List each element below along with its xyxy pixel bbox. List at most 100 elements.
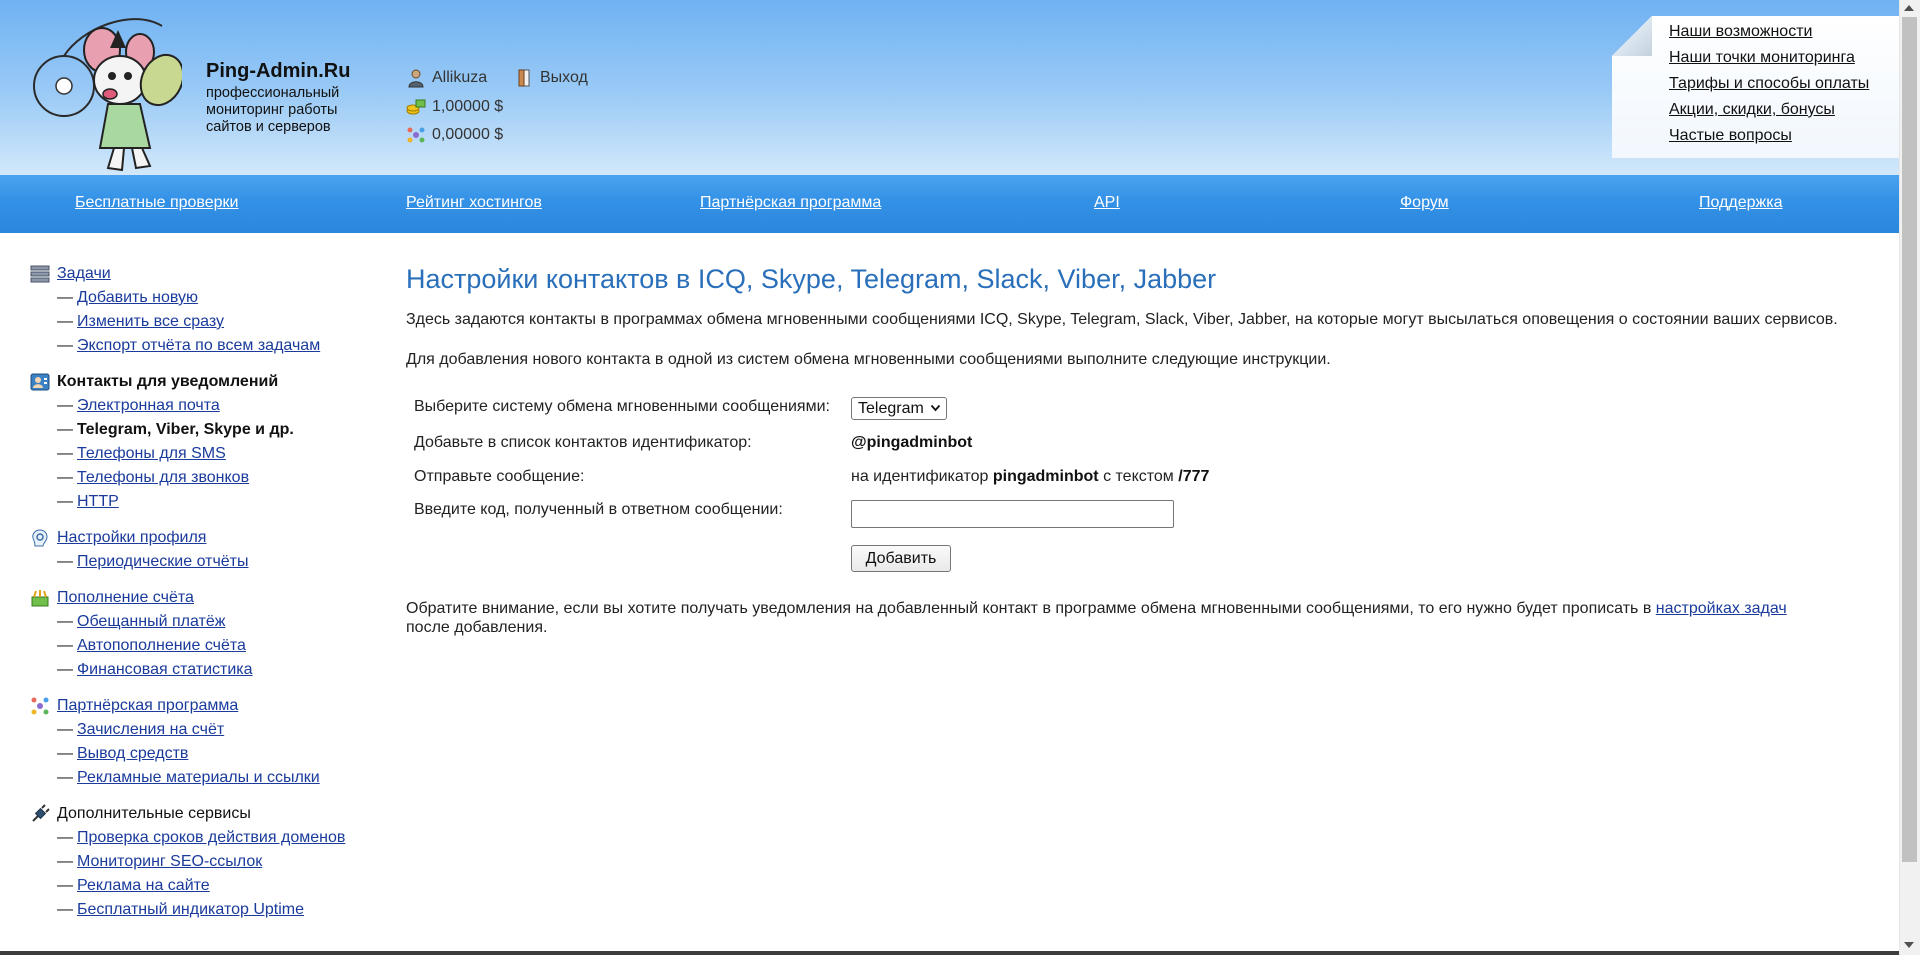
sidebar-item-edit-all[interactable]: Изменить все сразу — [77, 313, 224, 330]
sidebar-item: — Реклама на сайте — [57, 877, 210, 894]
nav-hosting-rating[interactable]: Рейтинг хостингов — [406, 194, 542, 212]
notice-before: Обратите внимание, если вы хотите получа… — [406, 600, 1652, 617]
sidebar-item: — Вывод средств — [57, 745, 189, 762]
promotions-link[interactable]: Акции, скидки, бонусы — [1669, 101, 1835, 118]
sidebar-item-periodic-reports[interactable]: Периодические отчёты — [77, 553, 249, 570]
sidebar-tasks-link[interactable]: Задачи — [57, 265, 111, 283]
scroll-down-arrow-icon[interactable] — [1903, 940, 1915, 950]
sidebar-head: Настройки профиля — [30, 526, 380, 550]
sidebar-item-export-report[interactable]: Экспорт отчёта по всем задачам — [77, 337, 320, 354]
sidebar-item-call-phones[interactable]: Телефоны для звонков — [77, 469, 249, 486]
scroll-up-arrow-icon[interactable] — [1903, 3, 1915, 13]
brand-name: Ping-Admin.Ru — [206, 60, 351, 82]
sidebar-partner-link[interactable]: Партнёрская программа — [57, 697, 238, 715]
instructions-text: Для добавления нового контакта в одной и… — [406, 351, 1331, 368]
site-header: Ping-Admin.Ru профессиональный мониторин… — [0, 0, 1899, 175]
sidebar-topup-link[interactable]: Пополнение счёта — [57, 589, 194, 607]
sidebar-sublist: — Проверка сроков действия доменов — Монит… — [30, 826, 380, 922]
sidebar-head: Пополнение счёта — [30, 586, 380, 610]
sidebar-item-http[interactable]: HTTP — [77, 493, 119, 510]
sidebar-item-domain-expiry[interactable]: Проверка сроков действия доменов — [77, 829, 345, 846]
sidebar-item-finance-stats[interactable]: Финансовая статистика — [77, 661, 253, 678]
logout-label[interactable]: Выход — [540, 69, 588, 87]
sidebar-item: — Изменить все сразу — [57, 313, 225, 330]
sidebar-sublist: — Добавить новую — Изменить все сразу — Экс… — [30, 286, 380, 358]
send-target: pingadminbot — [992, 468, 1099, 485]
server-icon — [30, 265, 50, 283]
sidebar-item: — Проверка сроков действия доменов — [57, 829, 346, 846]
monitoring-points-link[interactable]: Наши точки мониторинга — [1669, 49, 1855, 66]
messenger-selected-value: Telegram — [858, 400, 924, 417]
sidebar-item-email[interactable]: Электронная почта — [77, 397, 220, 414]
sidebar-group-contacts: Контакты для уведомлений — Электронная по… — [30, 370, 380, 514]
add-button[interactable]: Добавить — [851, 545, 951, 572]
contacts-icon — [30, 373, 50, 391]
bot-identifier: @pingadminbot — [851, 434, 973, 451]
faq-link[interactable]: Частые вопросы — [1669, 127, 1792, 144]
sidebar-item-seo-links[interactable]: Мониторинг SEO-ссылок — [77, 853, 262, 870]
nav-support[interactable]: Поддержка — [1699, 194, 1782, 212]
logout-link[interactable]: Выход — [514, 68, 588, 88]
sidebar-group-profile: Настройки профиля — Периодические отчёты — [30, 526, 380, 574]
note-link-item: Наши возможности — [1669, 22, 1869, 48]
sidebar-extra-title: Дополнительные сервисы — [57, 805, 251, 822]
code-input[interactable] — [851, 500, 1174, 528]
sidebar: Задачи — Добавить новую — Изменить все сра… — [30, 262, 380, 934]
sidebar-item: — Телефоны для звонков — [57, 469, 250, 486]
sidebar-item: — Рекламные материалы и ссылки — [57, 769, 320, 786]
sidebar-item: — Telegram, Viber, Skype и др. — [57, 421, 294, 438]
nav-free-checks[interactable]: Бесплатные проверки — [75, 194, 238, 212]
nav-partner-program[interactable]: Партнёрская программа — [700, 194, 881, 212]
wallet-icon — [31, 590, 49, 607]
info-links-list: Наши возможности Наши точки мониторинга … — [1669, 22, 1869, 152]
sidebar-sublist: — Электронная почта — Telegram, Viber, Sky… — [30, 394, 380, 514]
balance-partner: 0,00000 $ — [406, 125, 503, 145]
sidebar-item: — Автопополнение счёта — [57, 637, 246, 654]
note-fold-corner — [1612, 16, 1652, 56]
features-link[interactable]: Наши возможности — [1669, 23, 1812, 40]
partner-icon — [31, 697, 49, 715]
note-link-item: Наши точки мониторинга — [1669, 48, 1869, 74]
sidebar-item-ad-materials[interactable]: Рекламные материалы и ссылки — [77, 769, 320, 786]
sidebar-item-accruals[interactable]: Зачисления на счёт — [77, 721, 224, 738]
sidebar-sublist: — Обещанный платёж — Автопополнение счёта … — [30, 610, 380, 682]
brand-tagline: профессиональный мониторинг работы сайто… — [206, 85, 340, 135]
sidebar-item-auto-topup[interactable]: Автопополнение счёта — [77, 637, 246, 654]
nav-forum[interactable]: Форум — [1400, 194, 1449, 212]
sidebar-item-uptime-indicator[interactable]: Бесплатный индикатор Uptime — [77, 901, 304, 918]
sidebar-item: — HTTP — [57, 493, 119, 510]
notice-text: Обратите внимание, если вы хотите получа… — [406, 599, 1876, 637]
sidebar-item: — Электронная почта — [57, 397, 220, 414]
code-label: Введите код, полученный в ответном сообщ… — [414, 501, 783, 518]
sidebar-item-sms-phones[interactable]: Телефоны для SMS — [77, 445, 226, 462]
chevron-down-icon — [930, 404, 941, 412]
sidebar-item-add-task[interactable]: Добавить новую — [77, 289, 198, 306]
messenger-system-label: Выберите систему обмена мгновенными сооб… — [414, 398, 830, 415]
tariffs-link[interactable]: Тарифы и способы оплаты — [1669, 75, 1869, 92]
sidebar-group-topup: Пополнение счёта — Обещанный платёж — Авто… — [30, 586, 380, 682]
task-settings-link[interactable]: настройках задач — [1656, 600, 1787, 617]
sidebar-item-messengers-current: Telegram, Viber, Skype и др. — [77, 421, 294, 438]
notice-after: после добавления. — [406, 619, 548, 636]
balance-main: 1,00000 $ — [406, 97, 503, 117]
balance-partner-value: 0,00000 $ — [432, 126, 504, 143]
sidebar-head: Задачи — [30, 262, 380, 286]
door-exit-icon — [518, 69, 530, 87]
profile-settings-icon — [32, 529, 48, 547]
sidebar-item-promised-payment[interactable]: Обещанный платёж — [77, 613, 225, 630]
sidebar-item: — Зачисления на счёт — [57, 721, 225, 738]
scrollbar-thumb[interactable] — [1902, 17, 1917, 862]
nav-api[interactable]: API — [1094, 194, 1120, 212]
sidebar-item: — Добавить новую — [57, 289, 199, 306]
username: Allikuza — [432, 69, 488, 86]
page-title: Настройки контактов в ICQ, Skype, Telegr… — [406, 264, 1217, 294]
sidebar-group-partner: Партнёрская программа — Зачисления на счё… — [30, 694, 380, 790]
messenger-select[interactable]: Telegram — [851, 397, 947, 420]
sidebar-group-tasks: Задачи — Добавить новую — Изменить все сра… — [30, 262, 380, 358]
sidebar-item-site-ads[interactable]: Реклама на сайте — [77, 877, 210, 894]
send-prefix: на идентификатор — [851, 468, 989, 485]
sidebar-item-withdrawal[interactable]: Вывод средств — [77, 745, 188, 762]
mouse-mascot-logo-icon[interactable] — [22, 8, 182, 176]
sidebar-profile-link[interactable]: Настройки профиля — [57, 529, 206, 547]
sidebar-group-extra: Дополнительные сервисы — Проверка сроков … — [30, 802, 380, 922]
